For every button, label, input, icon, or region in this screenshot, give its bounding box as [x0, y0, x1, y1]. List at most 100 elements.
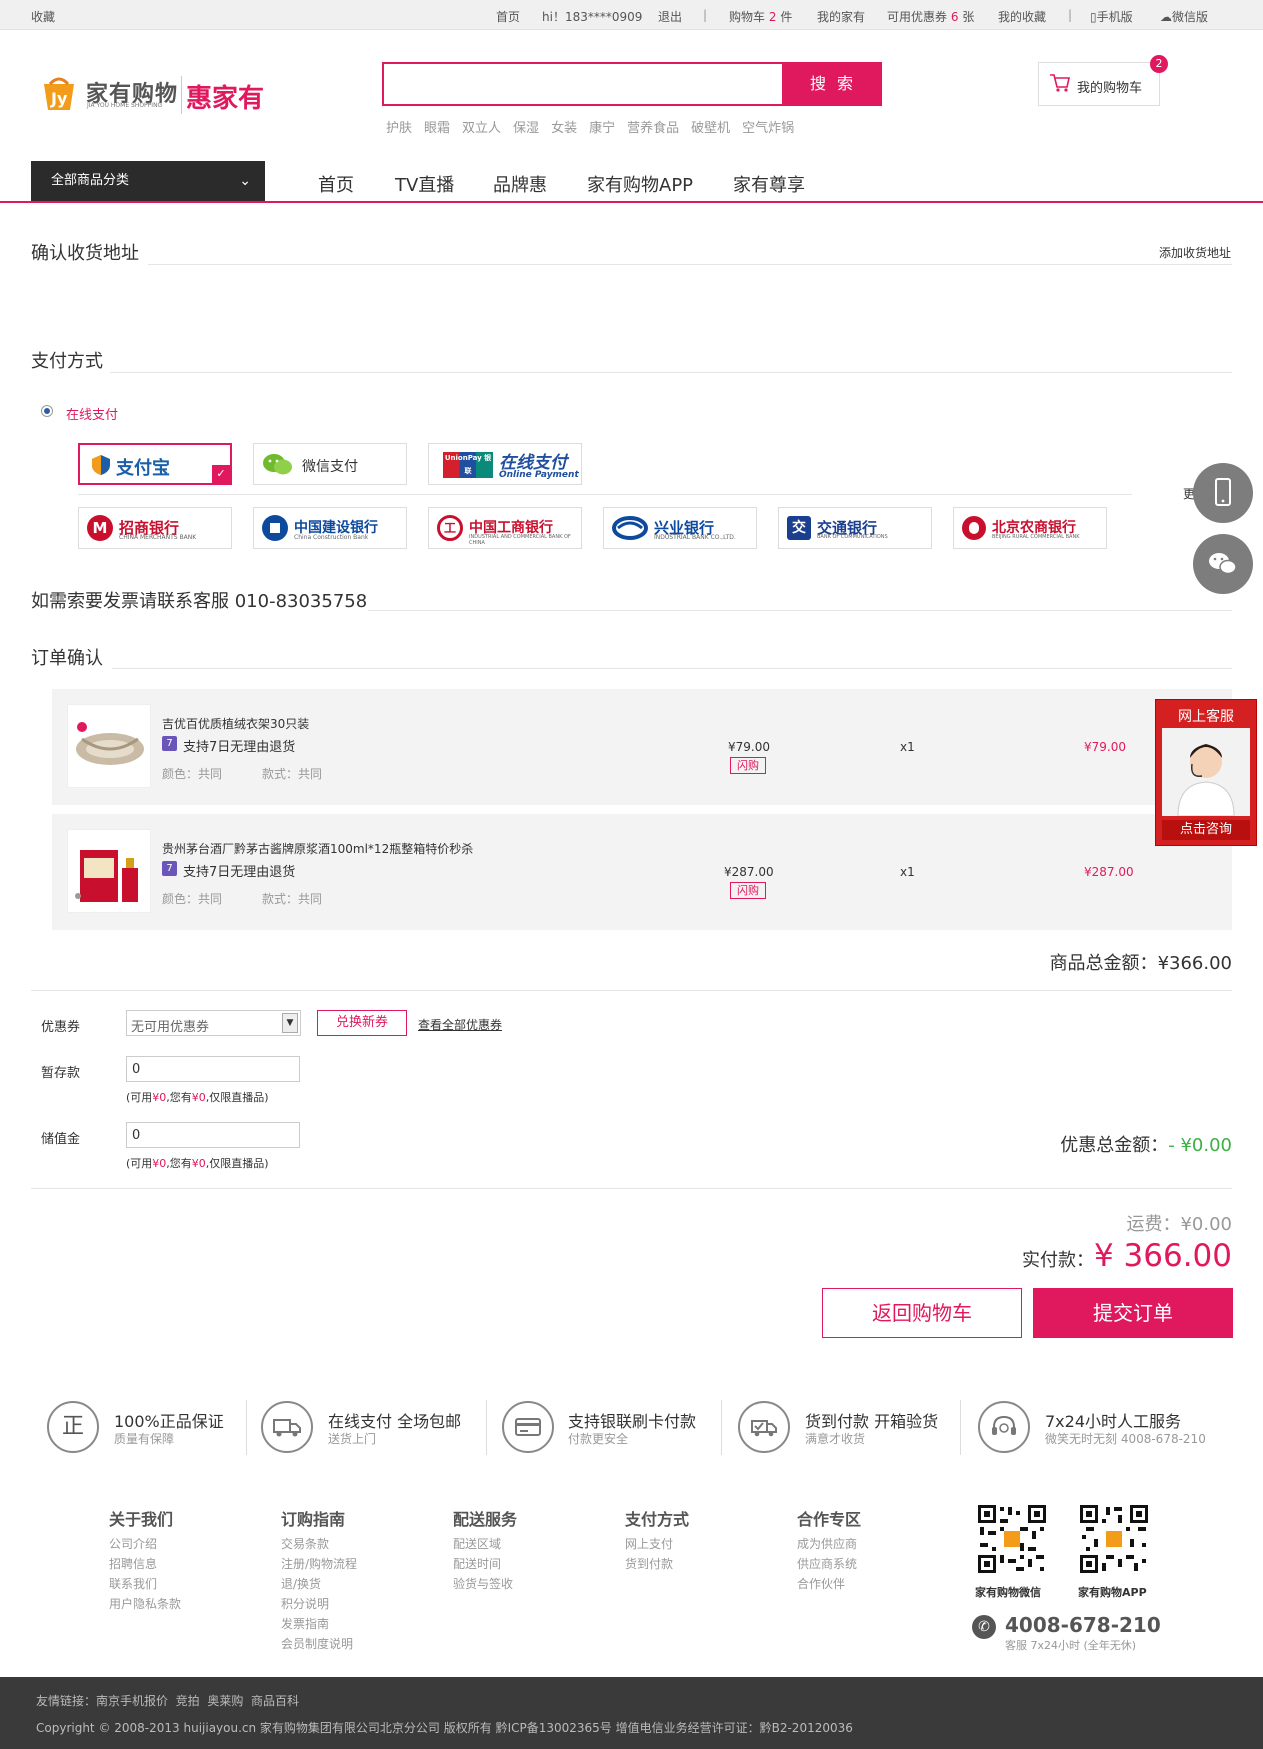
hot-keyword[interactable]: 破壁机	[691, 121, 730, 136]
my-cart-button[interactable]: 我的购物车	[1038, 62, 1160, 106]
genuine-icon: 正	[47, 1401, 99, 1453]
guarantee-sub: 满意才收货	[805, 1432, 866, 1446]
mobile-float-button[interactable]	[1193, 463, 1253, 523]
search-input[interactable]	[382, 62, 784, 106]
product-name[interactable]: 贵州茅台酒厂黔茅古酱牌原浆酒100ml*12瓶整箱特价秒杀	[162, 840, 473, 857]
footer-heading: 合作专区	[797, 1510, 862, 1529]
friend-link[interactable]: 商品百科	[251, 1694, 299, 1708]
all-categories-button[interactable]: 全部商品分类 ⌄	[31, 161, 265, 201]
service-phone: 4008-678-210	[1005, 1613, 1161, 1637]
nav-home[interactable]: 首页	[318, 171, 354, 197]
product-name[interactable]: 吉优百优质植绒衣架30只装	[162, 715, 309, 732]
footer-link[interactable]: 验货与签收	[453, 1574, 517, 1594]
qr-code-icon	[1078, 1503, 1150, 1575]
hot-keyword[interactable]: 康宁	[589, 121, 615, 136]
quantity: x1	[900, 740, 915, 754]
view-all-coupons-link[interactable]: 查看全部优惠券	[418, 1016, 502, 1033]
hot-keyword[interactable]: 眼霜	[424, 121, 450, 136]
unionpay-option[interactable]: UnionPay 银联 在线支付 Online Payment	[428, 443, 582, 485]
footer-link[interactable]: 注册/购物流程	[281, 1554, 357, 1574]
user-greeting[interactable]: hi！183****0909	[542, 8, 642, 25]
footer-link[interactable]: 用户隐私条款	[109, 1594, 181, 1614]
footer-link[interactable]: 积分说明	[281, 1594, 357, 1614]
submit-order-button[interactable]: 提交订单	[1033, 1288, 1233, 1338]
hot-keyword[interactable]: 营养食品	[627, 121, 679, 136]
return-policy: 支持7日无理由退货	[183, 740, 296, 755]
bank-bocom[interactable]: 交 交通银行 BANK OF COMMUNICATIONS	[778, 507, 932, 549]
footer-link[interactable]: 会员制度说明	[281, 1634, 357, 1654]
bank-logo-icon: 工	[437, 515, 463, 541]
add-address-link[interactable]: 添加收货地址	[1159, 244, 1231, 261]
wechat-link[interactable]: ☁微信版	[1160, 8, 1208, 25]
guarantee-title: 货到付款 开箱验货	[805, 1412, 939, 1431]
wechat-icon: ☁	[1160, 10, 1172, 24]
footer-link[interactable]: 供应商系统	[797, 1554, 861, 1574]
mobile-link[interactable]: ▯手机版	[1090, 8, 1133, 25]
quantity: x1	[900, 865, 915, 879]
bank-cib[interactable]: 兴业银行 INDUSTRIAL BANK CO.,LTD.	[603, 507, 757, 549]
online-pay-label[interactable]: 在线支付	[66, 404, 118, 423]
bank-cmb[interactable]: M 招商银行 CHINA MERCHANTS BANK	[78, 507, 232, 549]
bank-icbc[interactable]: 工 中国工商银行 INDUSTRIAL AND COMMERCIAL BANK …	[428, 507, 582, 549]
footer-link[interactable]: 公司介绍	[109, 1534, 181, 1554]
footer-link[interactable]: 发票指南	[281, 1614, 357, 1634]
coupon-link[interactable]: 可用优惠券 6 张	[887, 8, 974, 25]
hot-keyword[interactable]: 空气炸锅	[742, 121, 794, 136]
guarantee-sub: 付款更安全	[568, 1432, 629, 1446]
hot-keyword[interactable]: 保湿	[513, 121, 539, 136]
divider	[368, 610, 1232, 611]
bank-ccb[interactable]: 中国建设银行 China Construction Bank	[253, 507, 407, 549]
home-link[interactable]: 首页	[496, 8, 520, 25]
footer-link[interactable]: 联系我们	[109, 1574, 181, 1594]
my-home-link[interactable]: 我的家有	[817, 8, 865, 25]
logout-link[interactable]: 退出	[658, 8, 682, 25]
bank-bjrcb[interactable]: 北京农商银行 BEIJING RURAL COMMERCIAL BANK	[953, 507, 1107, 549]
hot-keyword[interactable]: 护肤	[386, 121, 412, 136]
shipping-fee-value: ¥0.00	[1180, 1214, 1232, 1235]
nav-tv-live[interactable]: TV直播	[395, 171, 454, 197]
product-image[interactable]	[67, 704, 151, 788]
footer-link[interactable]: 货到付款	[625, 1554, 689, 1574]
footer-link[interactable]: 配送时间	[453, 1554, 517, 1574]
friend-link[interactable]: 南京手机报价	[96, 1694, 168, 1708]
footer-link[interactable]: 退/换货	[281, 1574, 357, 1594]
online-pay-radio[interactable]	[41, 405, 53, 417]
footer-link[interactable]: 网上支付	[625, 1534, 689, 1554]
my-favorites-link[interactable]: 我的收藏	[998, 8, 1046, 25]
nav-brand[interactable]: 品牌惠	[493, 171, 547, 197]
footer-link[interactable]: 成为供应商	[797, 1534, 861, 1554]
footer-col-partner: 合作专区 成为供应商 供应商系统 合作伙伴	[797, 1506, 861, 1594]
logo-icon[interactable]: Jy	[40, 74, 78, 112]
stored-value-input[interactable]: 0	[126, 1122, 300, 1148]
footer-link[interactable]: 交易条款	[281, 1534, 357, 1554]
wechat-pay-option[interactable]: 微信支付	[253, 443, 407, 485]
divider: |	[703, 8, 708, 22]
footer-link[interactable]: 配送区域	[453, 1534, 517, 1554]
consult-button[interactable]: 点击咨询	[1162, 820, 1250, 840]
divider	[721, 1400, 722, 1455]
alipay-option[interactable]: 支付宝 ✓	[78, 443, 232, 485]
service-phone-sub: 客服 7x24小时 (全年无休)	[1005, 1639, 1137, 1652]
deposit-input[interactable]: 0	[126, 1056, 300, 1082]
footer-bottom-bar: 友情链接：南京手机报价 竞拍 奥莱购 商品百科 Copyright © 2008…	[0, 1677, 1263, 1749]
divider	[148, 264, 1232, 265]
search-button[interactable]: 搜 索	[784, 62, 882, 106]
hot-keyword[interactable]: 女装	[551, 121, 577, 136]
friend-link[interactable]: 竞拍	[176, 1694, 200, 1708]
nav-vip[interactable]: 家有尊享	[733, 171, 805, 197]
footer-link[interactable]: 合作伙伴	[797, 1574, 861, 1594]
cart-link[interactable]: 购物车 2 件	[729, 8, 792, 25]
coupon-select[interactable]: 无可用优惠券 ▼	[126, 1010, 301, 1036]
online-service-widget[interactable]: 网上客服 点击咨询	[1155, 699, 1257, 846]
friend-link[interactable]: 奥莱购	[207, 1694, 243, 1708]
exchange-coupon-button[interactable]: 兑换新券	[317, 1010, 407, 1036]
favorite-link[interactable]: 收藏	[31, 8, 55, 25]
nav-app[interactable]: 家有购物APP	[587, 171, 693, 197]
footer-link[interactable]: 招聘信息	[109, 1554, 181, 1574]
hot-keyword[interactable]: 双立人	[462, 121, 501, 136]
product-image[interactable]	[67, 829, 151, 913]
bank-logo-icon: M	[87, 515, 113, 541]
wechat-float-button[interactable]	[1193, 534, 1253, 594]
back-to-cart-button[interactable]: 返回购物车	[822, 1288, 1022, 1338]
guarantee-title: 支持银联刷卡付款	[568, 1412, 697, 1431]
